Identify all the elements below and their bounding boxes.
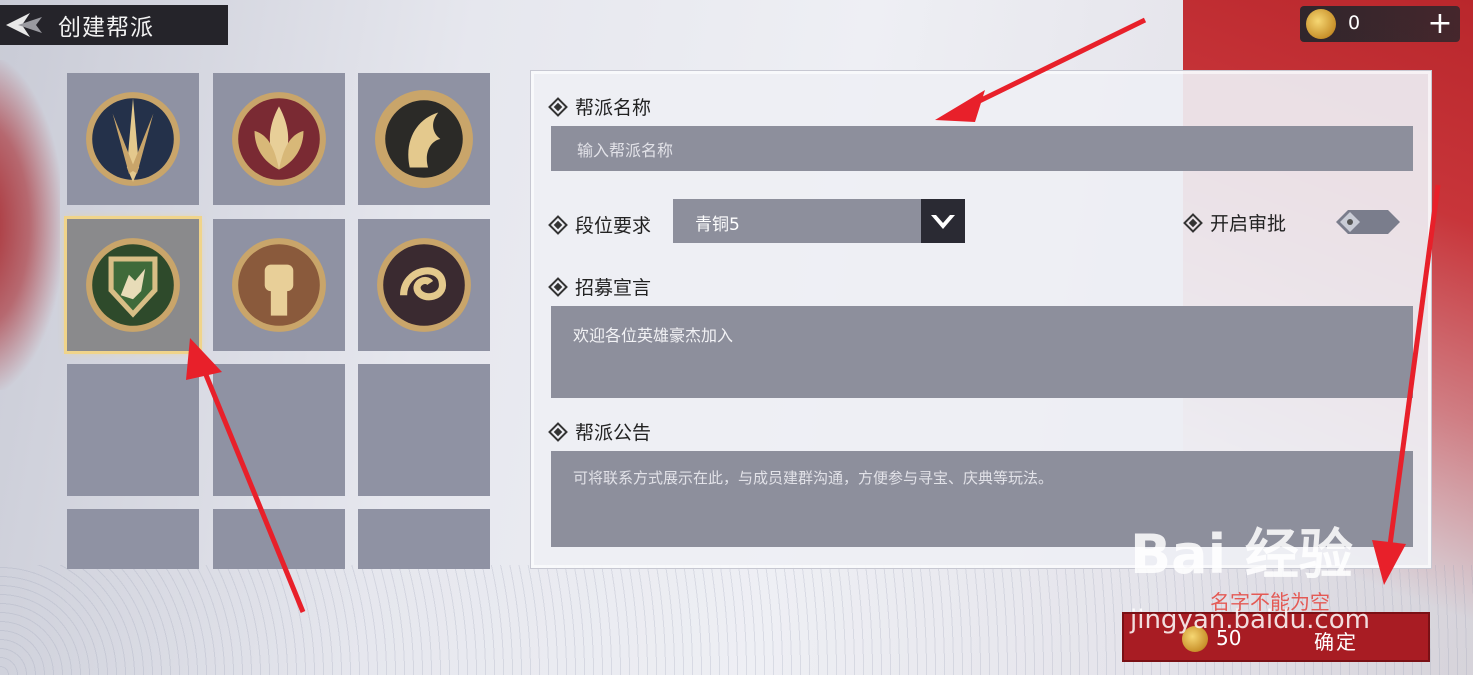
emblem-slot-3[interactable] — [358, 73, 490, 205]
currency-value: 0 — [1348, 12, 1361, 34]
notice-label-text: 帮派公告 — [575, 422, 652, 444]
back-arrow-icon — [6, 13, 42, 37]
diamond-bullet-icon — [548, 421, 568, 442]
chevron-down-icon[interactable] — [921, 199, 965, 243]
emblem-slot-5[interactable] — [213, 219, 345, 351]
diamond-bullet-icon — [548, 96, 568, 117]
watermark-logo: Bai 经验 — [1130, 523, 1353, 586]
notice-label: 帮派公告 — [548, 418, 652, 445]
background-red-stroke-left — [0, 60, 60, 390]
sword-emblem-icon — [86, 92, 180, 186]
emblem-slot-empty[interactable] — [358, 509, 490, 569]
guild-name-input[interactable]: 输入帮派名称 — [551, 126, 1413, 171]
emblem-slot-empty[interactable] — [213, 509, 345, 569]
emblem-slot-empty[interactable] — [358, 364, 490, 496]
name-label-text: 帮派名称 — [575, 97, 652, 119]
diamond-bullet-icon — [1183, 212, 1203, 233]
emblem-slot-empty[interactable] — [67, 364, 199, 496]
approval-toggle[interactable] — [1336, 208, 1402, 236]
name-label: 帮派名称 — [548, 93, 652, 120]
phoenix-emblem-icon — [375, 90, 473, 188]
emblem-slot-2[interactable] — [213, 73, 345, 205]
fist-emblem-icon — [232, 238, 326, 332]
emblem-slot-1[interactable] — [67, 73, 199, 205]
add-currency-button[interactable]: + — [1424, 8, 1456, 40]
emblem-slot-4-selected[interactable] — [64, 216, 202, 354]
watermark-url: jingyan.baidu.com — [1130, 605, 1370, 635]
rank-label: 段位要求 — [548, 211, 652, 238]
wolf-shield-emblem-icon — [86, 238, 180, 332]
diamond-bullet-icon — [548, 276, 568, 297]
recruit-label: 招募宣言 — [548, 273, 652, 300]
currency-display: 0 + — [1300, 6, 1460, 42]
back-button[interactable] — [0, 5, 48, 45]
rank-label-text: 段位要求 — [575, 215, 652, 237]
ingot-icon — [1306, 9, 1336, 39]
page-title: 创建帮派 — [58, 15, 154, 41]
dragon-emblem-icon — [377, 238, 471, 332]
emblem-slot-empty[interactable] — [213, 364, 345, 496]
recruit-textarea[interactable]: 欢迎各位英雄豪杰加入 — [551, 306, 1413, 398]
lotus-emblem-icon — [232, 92, 326, 186]
emblem-slot-6[interactable] — [358, 219, 490, 351]
recruit-label-text: 招募宣言 — [575, 277, 652, 299]
rank-select-value: 青铜5 — [695, 215, 740, 235]
emblem-slot-empty[interactable] — [67, 509, 199, 569]
rank-select[interactable]: 青铜5 — [673, 199, 965, 243]
header-bar: 创建帮派 — [0, 5, 228, 45]
approval-label: 开启审批 — [1183, 209, 1287, 236]
guild-form-panel: 帮派名称 输入帮派名称 段位要求 青铜5 开启审批 招募宣言 欢迎各位英雄豪杰加… — [530, 70, 1432, 569]
diamond-bullet-icon — [548, 214, 568, 235]
baidu-watermark: Bai 经验 jingyan.baidu.com — [1130, 510, 1370, 635]
approval-label-text: 开启审批 — [1210, 213, 1287, 235]
